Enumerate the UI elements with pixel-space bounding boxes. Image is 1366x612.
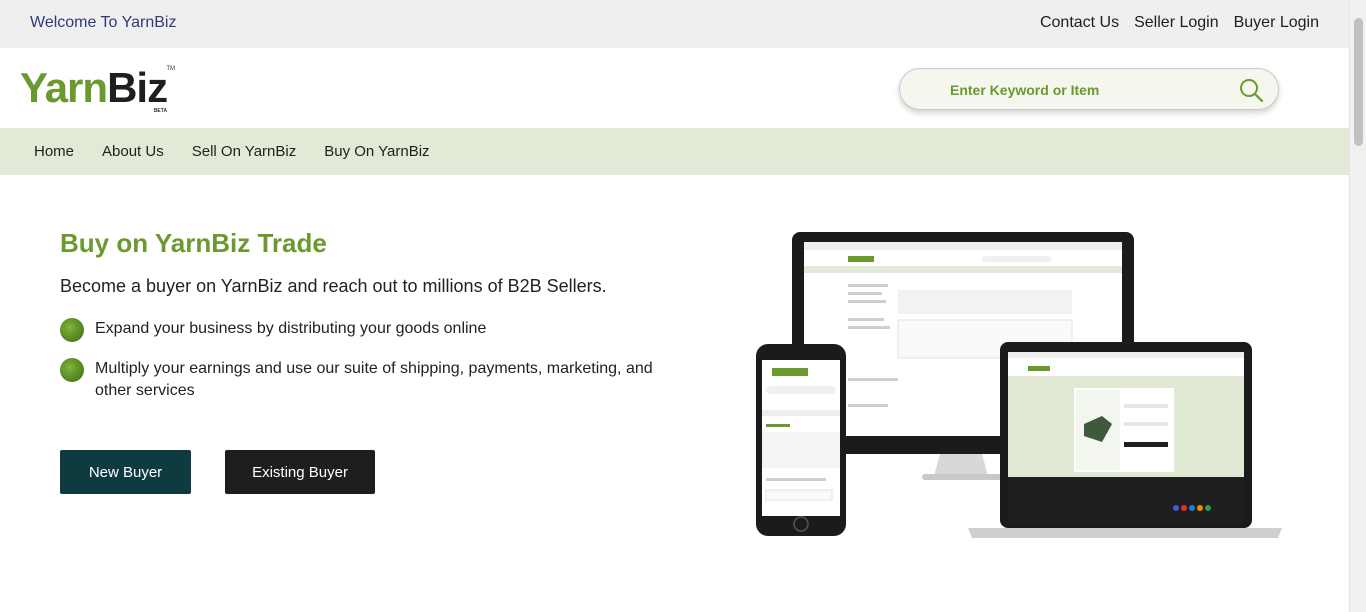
nav-item-sell-on-yarnbiz[interactable]: Sell On YarnBiz xyxy=(192,143,297,160)
bullet-text: Multiply your earnings and use our suite… xyxy=(95,360,653,399)
buyer-login-link[interactable]: Buyer Login xyxy=(1234,14,1319,32)
bullet-text: Expand your business by distributing you… xyxy=(95,320,487,337)
bullet-item: Expand your business by distributing you… xyxy=(60,318,655,342)
devices-illustration xyxy=(756,232,1282,538)
hero-title: Buy on YarnBiz Trade xyxy=(60,228,327,258)
logo-text-biz: Biz xyxy=(107,64,168,111)
page-scrollbar[interactable] xyxy=(1349,0,1366,612)
logo-trademark: TM xyxy=(166,66,176,72)
nav-item-about-us[interactable]: About Us xyxy=(102,143,164,160)
search-input[interactable] xyxy=(950,79,1220,101)
yarn-ball-icon xyxy=(60,358,84,382)
yarnbiz-logo[interactable]: Yarn Biz TM BETA xyxy=(20,64,175,114)
search-icon[interactable] xyxy=(1238,77,1264,103)
site-header: Yarn Biz TM BETA xyxy=(0,48,1349,128)
logo-beta: BETA xyxy=(153,108,168,114)
top-bar: Welcome To YarnBiz Contact Us Seller Log… xyxy=(0,0,1349,48)
welcome-text: Welcome To YarnBiz xyxy=(30,14,177,31)
new-buyer-button[interactable]: New Buyer xyxy=(60,450,191,494)
yarn-ball-icon xyxy=(60,318,84,342)
nav-item-buy-on-yarnbiz[interactable]: Buy On YarnBiz xyxy=(324,143,429,160)
contact-us-link[interactable]: Contact Us xyxy=(1040,14,1119,32)
scrollbar-thumb[interactable] xyxy=(1354,18,1363,146)
main-nav: Home About Us Sell On YarnBiz Buy On Yar… xyxy=(0,128,1349,175)
existing-buyer-button[interactable]: Existing Buyer xyxy=(225,450,375,494)
search-box xyxy=(899,68,1279,110)
nav-item-home[interactable]: Home xyxy=(34,143,74,160)
logo-text-yarn: Yarn xyxy=(20,64,108,111)
hero-subtitle: Become a buyer on YarnBiz and reach out … xyxy=(60,276,607,296)
top-links: Contact Us Seller Login Buyer Login xyxy=(1040,14,1319,32)
seller-login-link[interactable]: Seller Login xyxy=(1134,14,1219,32)
bullet-item: Multiply your earnings and use our suite… xyxy=(60,358,655,402)
